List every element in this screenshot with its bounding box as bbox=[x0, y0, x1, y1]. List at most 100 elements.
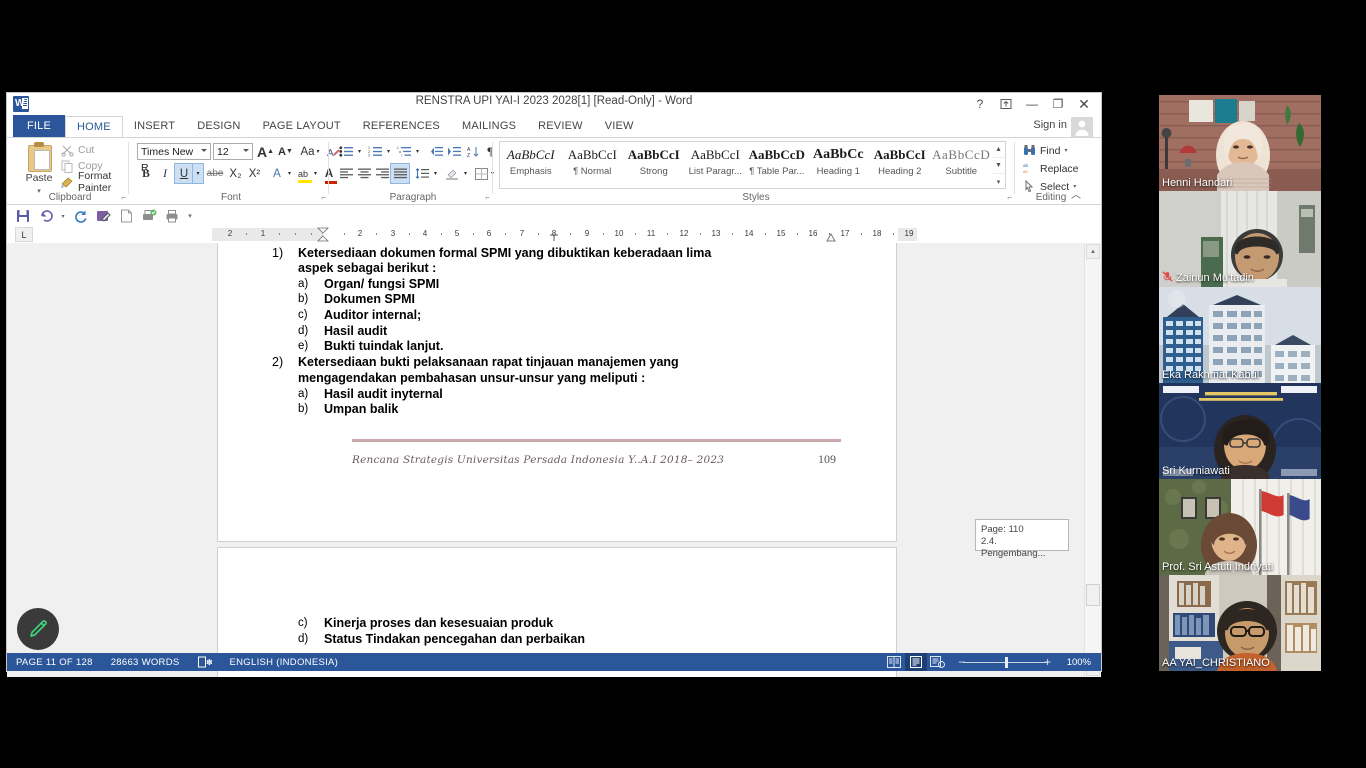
subscript-button[interactable]: X₂ bbox=[226, 164, 245, 183]
tab-stop-selector[interactable]: L bbox=[15, 227, 33, 242]
sign-in-link[interactable]: Sign in bbox=[1033, 119, 1067, 131]
redo-icon[interactable] bbox=[70, 207, 90, 225]
font-name-input[interactable]: Times New R bbox=[137, 143, 211, 174]
decrease-indent-button[interactable] bbox=[427, 142, 445, 161]
print-layout-button[interactable] bbox=[904, 653, 927, 671]
sort-button[interactable]: AZ bbox=[465, 142, 483, 161]
bullets-dropdown[interactable]: ▾ bbox=[355, 142, 364, 161]
tab-page-layout[interactable]: PAGE LAYOUT bbox=[252, 115, 352, 137]
style-item-subtitle[interactable]: AaBbCcD Subtitle bbox=[931, 142, 993, 188]
bullets-button[interactable] bbox=[337, 142, 355, 161]
document-vertical-scrollbar[interactable]: ▲ ▼ bbox=[1084, 243, 1101, 677]
styles-scroll-up-icon[interactable]: ▲ bbox=[992, 142, 1005, 158]
tab-file[interactable]: FILE bbox=[13, 115, 66, 137]
superscript-button[interactable]: X² bbox=[245, 164, 264, 183]
horizontal-ruler[interactable]: 2 1 2 3 4 5 6 7 8 9 10 11 12 13 14 15 16… bbox=[212, 227, 917, 242]
underline-dropdown[interactable]: ▾ bbox=[192, 163, 204, 184]
scroll-up-icon[interactable]: ▲ bbox=[1086, 244, 1100, 259]
participant-tile[interactable]: Prof. Sri Astuti Indriyati bbox=[1159, 479, 1321, 575]
shading-button[interactable] bbox=[443, 164, 461, 183]
increase-indent-button[interactable] bbox=[445, 142, 463, 161]
find-button[interactable]: Find ▾ bbox=[1021, 142, 1069, 159]
text-effects-button[interactable]: A bbox=[268, 164, 286, 183]
account-avatar-icon[interactable] bbox=[1071, 117, 1095, 137]
align-left-button[interactable] bbox=[337, 164, 355, 183]
language-indicator[interactable]: ENGLISH (INDONESIA) bbox=[221, 653, 348, 671]
highlight-dropdown[interactable]: ▾ bbox=[311, 164, 320, 183]
style-item-heading-2[interactable]: AaBbCcI Heading 2 bbox=[869, 142, 931, 188]
line-spacing-button[interactable] bbox=[413, 164, 431, 183]
first-line-indent-marker[interactable] bbox=[317, 227, 329, 242]
participant-tile[interactable]: Henni Handari bbox=[1159, 95, 1321, 191]
line-spacing-dropdown[interactable]: ▾ bbox=[431, 164, 440, 183]
strikethrough-button[interactable]: abe bbox=[205, 164, 225, 183]
styles-scrollbar[interactable]: ▲ ▼ ▾ bbox=[992, 141, 1006, 189]
styles-more-icon[interactable]: ▾ bbox=[992, 174, 1005, 189]
web-layout-button[interactable] bbox=[927, 653, 949, 671]
restore-button[interactable]: ❐ bbox=[1045, 94, 1071, 114]
style-item-table-paragraph[interactable]: AaBbCcD ¶ Table Par... bbox=[746, 142, 808, 188]
numbering-button[interactable]: 123 bbox=[366, 142, 384, 161]
change-case-button[interactable]: Aa ▾ bbox=[297, 142, 323, 161]
paste-button[interactable]: Paste ▾ bbox=[19, 142, 59, 196]
proofing-status-icon[interactable]: ✽ bbox=[189, 653, 221, 671]
show-formatting-marks-button[interactable]: ¶ bbox=[483, 142, 497, 161]
zoom-slider-handle[interactable] bbox=[1004, 657, 1008, 668]
italic-button[interactable]: I bbox=[156, 164, 174, 183]
ribbon-display-options-button[interactable] bbox=[993, 94, 1019, 114]
tab-stop-marker[interactable] bbox=[826, 233, 836, 242]
new-doc-icon[interactable] bbox=[116, 207, 136, 225]
tab-insert[interactable]: INSERT bbox=[123, 115, 186, 137]
participant-tile[interactable]: Zainun Mu'tadin bbox=[1159, 191, 1321, 287]
tab-home[interactable]: HOME bbox=[65, 116, 123, 138]
styles-dialog-launcher[interactable]: ⌐ bbox=[1007, 193, 1012, 202]
participant-tile[interactable]: AA YAI_CHRISTIANO bbox=[1159, 575, 1321, 671]
justify-button[interactable] bbox=[390, 163, 410, 184]
paragraph-dialog-launcher[interactable]: ⌐ bbox=[485, 193, 490, 202]
document-canvas[interactable]: 1) Ketersediaan dokumen formal SPMI yang … bbox=[7, 243, 1101, 677]
undo-dropdown-icon[interactable]: ▾ bbox=[59, 207, 67, 225]
tab-mailings[interactable]: MAILINGS bbox=[451, 115, 527, 137]
edit-icon[interactable] bbox=[93, 207, 113, 225]
style-item-normal[interactable]: AaBbCcI ¶ Normal bbox=[562, 142, 624, 188]
scrollbar-thumb[interactable] bbox=[1086, 584, 1100, 606]
word-count[interactable]: 28663 WORDS bbox=[102, 653, 189, 671]
zoom-in-button[interactable]: + bbox=[1041, 655, 1055, 669]
multilevel-list-button[interactable]: 1ai bbox=[395, 142, 413, 161]
annotation-pen-button[interactable] bbox=[17, 608, 59, 650]
print-preview-icon[interactable] bbox=[139, 207, 159, 225]
tab-references[interactable]: REFERENCES bbox=[352, 115, 451, 137]
tab-stop-marker[interactable] bbox=[549, 234, 559, 242]
undo-icon[interactable] bbox=[36, 207, 56, 225]
read-mode-button[interactable] bbox=[883, 653, 905, 671]
quick-print-icon[interactable] bbox=[162, 207, 182, 225]
help-button[interactable]: ? bbox=[967, 94, 993, 114]
align-center-button[interactable] bbox=[355, 164, 373, 183]
tab-view[interactable]: VIEW bbox=[594, 115, 645, 137]
font-size-input[interactable]: 12 bbox=[213, 143, 253, 160]
customize-qat-icon[interactable]: ▾ bbox=[185, 207, 195, 225]
text-effects-dropdown[interactable]: ▾ bbox=[285, 164, 294, 183]
font-dialog-launcher[interactable]: ⌐ bbox=[321, 193, 326, 202]
tab-review[interactable]: REVIEW bbox=[527, 115, 594, 137]
align-right-button[interactable] bbox=[373, 164, 391, 183]
bold-button[interactable]: B bbox=[137, 164, 155, 183]
replace-button[interactable]: ab ac Replace bbox=[1021, 160, 1081, 177]
collapse-ribbon-button[interactable]: ︿ bbox=[1071, 186, 1081, 201]
zoom-slider[interactable]: − + bbox=[955, 653, 1055, 671]
close-button[interactable]: ✕ bbox=[1071, 94, 1097, 114]
page-indicator[interactable]: PAGE 11 OF 128 bbox=[7, 653, 102, 671]
participant-tile-active[interactable]: Eka Rakhmat Kabul bbox=[1159, 287, 1321, 383]
numbering-dropdown[interactable]: ▾ bbox=[384, 142, 393, 161]
style-item-heading-1[interactable]: AaBbCc Heading 1 bbox=[808, 142, 870, 188]
save-icon[interactable] bbox=[13, 207, 33, 225]
style-item-strong[interactable]: AaBbCcI Strong bbox=[623, 142, 685, 188]
clipboard-dialog-launcher[interactable]: ⌐ bbox=[121, 193, 126, 202]
participant-tile[interactable]: Sri Kurniawati bbox=[1159, 383, 1321, 479]
style-item-list-paragraph[interactable]: AaBbCcI List Paragr... bbox=[685, 142, 747, 188]
underline-button[interactable]: U bbox=[174, 163, 194, 184]
format-painter-button[interactable]: Format Painter bbox=[59, 170, 129, 194]
style-item-emphasis[interactable]: AaBbCcI Emphasis bbox=[500, 142, 562, 188]
shrink-font-button[interactable]: A ▼ bbox=[276, 142, 295, 161]
cut-button[interactable]: Cut bbox=[59, 142, 129, 158]
